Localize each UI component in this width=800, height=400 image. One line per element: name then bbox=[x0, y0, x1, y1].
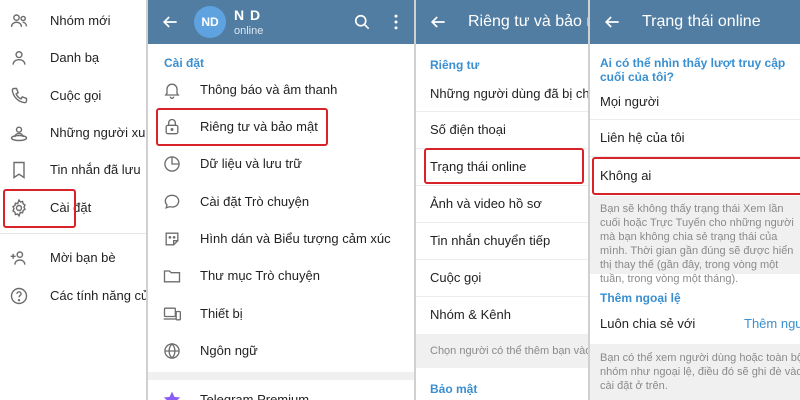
settings-section-title: Cài đặt bbox=[164, 56, 205, 70]
privacy-header: Riêng tư và bảo mật bbox=[416, 0, 588, 44]
privacy-item-label: Ảnh và video hồ sơ bbox=[430, 196, 542, 211]
people-nearby-icon bbox=[10, 126, 28, 142]
pie-chart-icon bbox=[164, 156, 180, 172]
side-menu-panel: Nhóm mới Danh bạ Cuộc gọi Những người xu… bbox=[0, 0, 146, 400]
highlight-settings bbox=[3, 189, 76, 228]
menu-item-label: Danh bạ bbox=[50, 50, 100, 65]
nobody-description: Bạn sẽ không thấy trạng thái Xem lần cuố… bbox=[600, 203, 794, 285]
exceptions-note: Bạn có thể xem người dùng hoặc toàn bộ n… bbox=[600, 352, 800, 392]
description-band: Bạn sẽ không thấy trạng thái Xem lần cuố… bbox=[590, 196, 800, 285]
devices-icon bbox=[163, 307, 181, 321]
menu-item-label: Mời bạn bè bbox=[50, 250, 116, 265]
online-status-header: Trạng thái online bbox=[590, 0, 800, 44]
page-title: Trạng thái online bbox=[642, 13, 761, 30]
always-share-label: Luôn chia sẻ với bbox=[600, 316, 696, 331]
group-icon bbox=[10, 14, 28, 27]
settings-item-label: Cài đặt Trò chuyện bbox=[200, 194, 310, 209]
settings-item-label: Dữ liệu và lưu trữ bbox=[200, 156, 302, 171]
add-users-link[interactable]: Thêm người dùng bbox=[744, 316, 800, 331]
settings-item-label: Telegram Premium bbox=[200, 392, 310, 400]
settings-item-label: Hình dán và Biểu tượng cảm xúc bbox=[200, 231, 391, 246]
visibility-question: Ai có thể nhìn thấy lượt truy cập cuối c… bbox=[600, 56, 786, 84]
add-user-icon bbox=[10, 251, 26, 265]
highlight-online-status bbox=[424, 148, 584, 184]
privacy-item-forwarded-messages[interactable]: Tin nhắn chuyển tiếp bbox=[416, 223, 588, 259]
menu-item-label: Nhóm mới bbox=[50, 13, 111, 28]
menu-divider bbox=[0, 233, 146, 234]
question-icon bbox=[10, 287, 28, 305]
star-icon bbox=[163, 391, 181, 400]
menu-item-label: Tin nhắn đã lưu bbox=[50, 162, 141, 177]
settings-item-premium[interactable]: Telegram Premium bbox=[148, 382, 414, 400]
privacy-item-phone-number[interactable]: Số điện thoại bbox=[416, 112, 588, 148]
privacy-item-label: Cuộc gọi bbox=[430, 270, 482, 285]
avatar[interactable]: ND bbox=[194, 6, 226, 38]
groups-footnote: Chọn người có thể thêm bạn vào nhóm bbox=[430, 345, 588, 357]
privacy-item-blocked-users[interactable]: Những người dùng đã bị chặn bbox=[416, 76, 588, 112]
more-vertical-icon[interactable] bbox=[386, 12, 406, 32]
back-arrow-icon[interactable] bbox=[428, 12, 448, 32]
section-gap bbox=[148, 372, 414, 380]
settings-item-devices[interactable]: Thiết bị bbox=[148, 296, 414, 332]
menu-item-people-nearby[interactable]: Những người xung bbox=[0, 114, 146, 152]
settings-item-chat-folders[interactable]: Thư mục Trò chuyện bbox=[148, 258, 414, 294]
privacy-section-title: Riêng tư bbox=[430, 58, 480, 72]
option-label: Liên hệ của tôi bbox=[600, 130, 685, 145]
online-status-panel: Trạng thái online Ai có thể nhìn thấy lư… bbox=[590, 0, 800, 400]
globe-icon bbox=[164, 342, 180, 360]
privacy-item-label: Nhóm & Kênh bbox=[430, 307, 511, 322]
menu-item-calls[interactable]: Cuộc gọi bbox=[0, 77, 146, 115]
menu-item-label: Các tính năng của bbox=[50, 288, 146, 303]
privacy-item-calls[interactable]: Cuộc gọi bbox=[416, 260, 588, 296]
settings-item-language[interactable]: Ngôn ngữ bbox=[148, 333, 414, 369]
settings-item-label: Ngôn ngữ bbox=[200, 343, 258, 358]
bell-icon bbox=[164, 83, 180, 99]
profile-status: online bbox=[234, 25, 264, 37]
privacy-item-groups-channels[interactable]: Nhóm & Kênh bbox=[416, 297, 588, 333]
settings-item-stickers[interactable]: Hình dán và Biểu tượng cảm xúc bbox=[148, 221, 414, 257]
contacts-icon bbox=[12, 51, 26, 65]
phone-icon bbox=[11, 87, 28, 104]
highlight-privacy bbox=[156, 108, 328, 146]
settings-item-notifications[interactable]: Thông báo và âm thanh bbox=[148, 72, 414, 108]
option-my-contacts[interactable]: Liên hệ của tôi bbox=[590, 120, 800, 156]
page-title: Riêng tư và bảo mật bbox=[468, 13, 588, 30]
bookmark-icon bbox=[13, 161, 25, 179]
menu-item-invite-friends[interactable]: Mời bạn bè bbox=[0, 239, 146, 277]
always-share-row[interactable]: Luôn chia sẻ với Thêm người dùng bbox=[590, 306, 800, 342]
settings-header: ND N D online bbox=[148, 0, 414, 44]
sticker-icon bbox=[165, 232, 179, 246]
settings-item-chat-settings[interactable]: Cài đặt Trò chuyện bbox=[148, 184, 414, 220]
folder-icon bbox=[163, 270, 181, 283]
privacy-item-label: Những người dùng đã bị chặn bbox=[430, 86, 588, 101]
menu-item-contacts[interactable]: Danh bạ bbox=[0, 39, 146, 77]
search-icon[interactable] bbox=[352, 12, 372, 32]
privacy-panel: Riêng tư và bảo mật Riêng tư Những người… bbox=[416, 0, 588, 400]
settings-panel: ND N D online Cài đặt Thông báo và âm th… bbox=[148, 0, 414, 400]
settings-item-label: Thông báo và âm thanh bbox=[200, 82, 338, 97]
menu-item-saved-messages[interactable]: Tin nhắn đã lưu bbox=[0, 151, 146, 189]
exceptions-section-title: Thêm ngoại lệ bbox=[600, 291, 681, 305]
option-label: Mọi người bbox=[600, 94, 660, 109]
chat-bubble-icon bbox=[164, 194, 180, 209]
back-arrow-icon[interactable] bbox=[160, 12, 180, 32]
option-everybody[interactable]: Mọi người bbox=[590, 84, 800, 120]
footnote-band: Chọn người có thể thêm bạn vào nhóm bbox=[416, 334, 588, 368]
bottom-note-band: Bạn có thể xem người dùng hoặc toàn bộ n… bbox=[590, 344, 800, 400]
back-arrow-icon[interactable] bbox=[602, 12, 622, 32]
settings-item-label: Thư mục Trò chuyện bbox=[200, 268, 320, 283]
privacy-item-label: Số điện thoại bbox=[430, 122, 506, 137]
menu-item-features[interactable]: Các tính năng của bbox=[0, 277, 146, 315]
privacy-item-profile-photos[interactable]: Ảnh và video hồ sơ bbox=[416, 186, 588, 222]
menu-item-new-group[interactable]: Nhóm mới bbox=[0, 2, 146, 40]
security-section-title: Bảo mật bbox=[430, 382, 478, 396]
menu-item-label: Những người xung bbox=[50, 125, 146, 140]
settings-item-label: Thiết bị bbox=[200, 306, 243, 321]
highlight-nobody bbox=[592, 157, 800, 195]
menu-item-label: Cuộc gọi bbox=[50, 88, 102, 103]
privacy-item-label: Tin nhắn chuyển tiếp bbox=[430, 233, 551, 248]
settings-item-data-storage[interactable]: Dữ liệu và lưu trữ bbox=[148, 146, 414, 182]
profile-name: N D bbox=[234, 7, 262, 23]
